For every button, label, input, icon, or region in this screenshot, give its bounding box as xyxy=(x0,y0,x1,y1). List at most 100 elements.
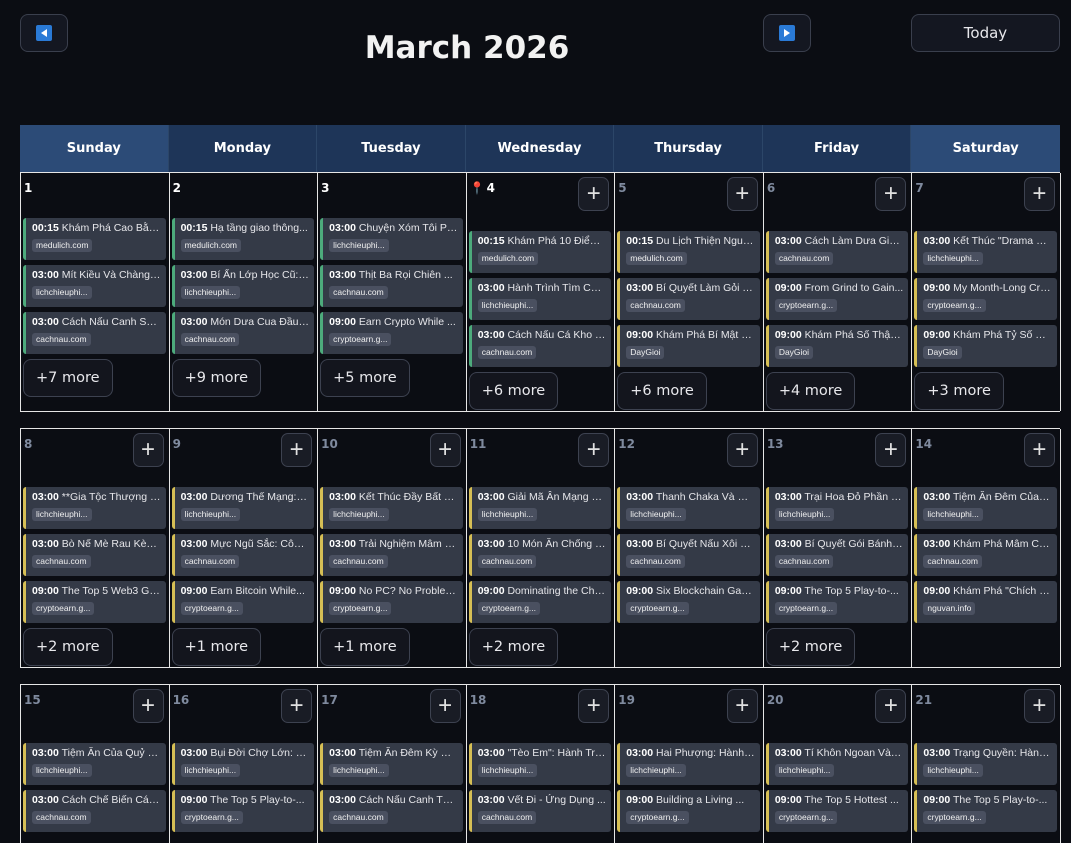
event-item[interactable]: 03:00 Tí Khôn Ngoan Và H... lichchieuphi.… xyxy=(765,743,909,785)
event-item[interactable]: 09:00 Khám Phá Bí Mật Số... DayGioi xyxy=(617,325,760,367)
event-item[interactable]: 00:15 Hạ tầng giao thông... medulich.com xyxy=(171,218,315,260)
event-item[interactable]: 03:00 Giải Mã Ân Mạng Và... lichchieuphi.… xyxy=(468,487,612,529)
more-events-button[interactable]: +4 more xyxy=(765,372,856,410)
event-item[interactable]: 03:00 Cách Chế Biến Cá T... cachnau.com xyxy=(23,790,166,832)
add-event-button[interactable]: + xyxy=(875,689,907,723)
prev-month-button[interactable] xyxy=(20,14,68,52)
event-item[interactable]: 03:00 Bí Quyết Làm Gỏi T... cachnau.com xyxy=(617,278,760,320)
event-item[interactable]: 00:15 Du Lịch Thiện Nguy... medulich.com xyxy=(617,231,760,273)
day-cell[interactable]: 11 +03:00 Giải Mã Ân Mạng Và... lichchieup… xyxy=(467,429,616,667)
event-item[interactable]: 03:00 Dương Thế Mạng: Hà... lichchieuphi.… xyxy=(171,487,315,529)
day-cell[interactable]: 3 03:00 Chuyện Xóm Tôi Phầ... lichchieuphi… xyxy=(318,173,467,411)
add-event-button[interactable]: + xyxy=(726,433,758,467)
day-cell[interactable]: 12 +03:00 Thanh Chaka Và Vụ ... lichchieup… xyxy=(615,429,764,667)
day-cell[interactable]: 10 +03:00 Kết Thúc Đầy Bất N... lichchieup… xyxy=(318,429,467,667)
today-button[interactable]: Today xyxy=(911,14,1060,52)
day-cell[interactable]: 2 00:15 Hạ tầng giao thông... medulich.com… xyxy=(170,173,319,411)
event-item[interactable]: 03:00 Tiệm Ăn Đêm Kỳ Bí:... lichchieuphi.… xyxy=(320,743,463,785)
day-cell[interactable]: 21 +03:00 Trạng Quyền: Hành ... lichchieup… xyxy=(912,685,1061,843)
event-item[interactable]: 09:00 Dominating the Cha... cryptoearn.g.… xyxy=(468,581,612,623)
event-item[interactable]: 03:00 Cách Nấu Canh Tôm ... cachnau.com xyxy=(320,790,463,832)
event-item[interactable]: 03:00 Bí Quyết Nấu Xôi G... cachnau.com xyxy=(617,534,760,576)
add-event-button[interactable]: + xyxy=(132,689,164,723)
event-item[interactable]: 03:00 Kết Thúc "Drama Vợ... lichchieuphi.… xyxy=(914,231,1057,273)
add-event-button[interactable]: + xyxy=(1023,433,1055,467)
event-item[interactable]: 03:00 Cách Làm Dưa Giá H... cachnau.com xyxy=(765,231,909,273)
add-event-button[interactable]: + xyxy=(578,433,610,467)
day-cell[interactable]: 📍4 +00:15 Khám Phá 10 Điểm Đ... medulich.c… xyxy=(467,173,616,411)
event-item[interactable]: 00:15 Khám Phá 10 Điểm Đ... medulich.com xyxy=(468,231,612,273)
add-event-button[interactable]: + xyxy=(726,689,758,723)
event-item[interactable]: 00:15 Khám Phá Cao Bằng:... medulich.com xyxy=(23,218,166,260)
event-item[interactable]: 03:00 Thanh Chaka Và Vụ ... lichchieuphi.… xyxy=(617,487,760,529)
event-item[interactable]: 09:00 The Top 5 Play-to-... cryptoearn.g.… xyxy=(914,790,1057,832)
event-item[interactable]: 03:00 Vết Đi - Ứng Dụng ... cachnau.com xyxy=(468,790,612,832)
event-item[interactable]: 09:00 Khám Phá Tỷ Số Của... DayGioi xyxy=(914,325,1057,367)
day-cell[interactable]: 15 +03:00 Tiệm Ăn Của Quỷ Ph... lichchieup… xyxy=(21,685,170,843)
event-item[interactable]: 09:00 The Top 5 Hottest ... cryptoearn.g.… xyxy=(765,790,909,832)
more-events-button[interactable]: +1 more xyxy=(320,628,410,666)
day-cell[interactable]: 19 +03:00 Hai Phượng: Hành T... lichchieup… xyxy=(615,685,764,843)
day-cell[interactable]: 8 +03:00 **Gia Tộc Thượng L... lichchieuph… xyxy=(21,429,170,667)
event-item[interactable]: 09:00 Earn Crypto While ... cryptoearn.g.… xyxy=(320,312,463,354)
event-item[interactable]: 03:00 Thịt Ba Rọi Chiên ... cachnau.com xyxy=(320,265,463,307)
event-item[interactable]: 03:00 Trạng Quyền: Hành ... lichchieuphi.… xyxy=(914,743,1057,785)
event-item[interactable]: 03:00 Hai Phượng: Hành T... lichchieuphi.… xyxy=(617,743,760,785)
event-item[interactable]: 03:00 Tiệm Ăn Của Quỷ Ph... lichchieuphi.… xyxy=(23,743,166,785)
event-item[interactable]: 03:00 Chuyện Xóm Tôi Phầ... lichchieuphi.… xyxy=(320,218,463,260)
event-item[interactable]: 03:00 Hành Trình Tìm Cha... lichchieuphi.… xyxy=(468,278,612,320)
event-item[interactable]: 09:00 No PC? No Problem!... cryptoearn.g.… xyxy=(320,581,463,623)
add-event-button[interactable]: + xyxy=(429,689,461,723)
event-item[interactable]: 03:00 Mít Kiều Và Chàng ... lichchieuphi.… xyxy=(23,265,166,307)
day-cell[interactable]: 17 +03:00 Tiệm Ăn Đêm Kỳ Bí:... lichchieup… xyxy=(318,685,467,843)
event-item[interactable]: 03:00 Khám Phá Mâm Cỗ Tế... cachnau.com xyxy=(914,534,1057,576)
add-event-button[interactable]: + xyxy=(1023,689,1055,723)
day-cell[interactable]: 6 +03:00 Cách Làm Dưa Giá H... cachnau.com… xyxy=(764,173,913,411)
more-events-button[interactable]: +2 more xyxy=(468,628,559,666)
event-item[interactable]: 09:00 The Top 5 Web3 Gam... cryptoearn.g.… xyxy=(23,581,166,623)
add-event-button[interactable]: + xyxy=(429,433,461,467)
day-cell[interactable]: 7 +03:00 Kết Thúc "Drama Vợ... lichchieuph… xyxy=(912,173,1061,411)
more-events-button[interactable]: +5 more xyxy=(320,359,410,397)
event-item[interactable]: 09:00 Khám Phá "Chích Hộ... nguvan.info xyxy=(914,581,1057,623)
day-cell[interactable]: 1 00:15 Khám Phá Cao Bằng:... medulich.com… xyxy=(21,173,170,411)
add-event-button[interactable]: + xyxy=(875,177,907,211)
add-event-button[interactable]: + xyxy=(726,177,758,211)
event-item[interactable]: 03:00 Cách Nấu Canh Sườn... cachnau.com xyxy=(23,312,166,354)
event-item[interactable]: 03:00 **Gia Tộc Thượng L... lichchieuphi.… xyxy=(23,487,166,529)
add-event-button[interactable]: + xyxy=(281,689,313,723)
event-item[interactable]: 03:00 Cách Nấu Cá Kho Tộ... cachnau.com xyxy=(468,325,612,367)
day-cell[interactable]: 14 +03:00 Tiệm Ăn Đêm Của Qu... lichchieup… xyxy=(912,429,1061,667)
event-item[interactable]: 03:00 Kết Thúc Đầy Bất N... lichchieuphi.… xyxy=(320,487,463,529)
event-item[interactable]: 03:00 10 Món Ăn Chống Ng... cachnau.com xyxy=(468,534,612,576)
day-cell[interactable]: 20 +03:00 Tí Khôn Ngoan Và H... lichchieup… xyxy=(764,685,913,843)
event-item[interactable]: 09:00 Khám Phá Số Thập P... DayGioi xyxy=(765,325,909,367)
event-item[interactable]: 09:00 My Month-Long Cryp... cryptoearn.g.… xyxy=(914,278,1057,320)
event-item[interactable]: 09:00 The Top 5 Play-to-... cryptoearn.g.… xyxy=(765,581,909,623)
event-item[interactable]: 03:00 Bò Nế Mè Rau Kèn C... cachnau.com xyxy=(23,534,166,576)
event-item[interactable]: 03:00 Bụi Đời Chợ Lớn: C... lichchieuphi.… xyxy=(171,743,315,785)
day-cell[interactable]: 18 +03:00 "Tèo Em": Hành Trì... lichchieup… xyxy=(467,685,616,843)
event-item[interactable]: 03:00 Bí Quyết Gói Bánh ... cachnau.com xyxy=(765,534,909,576)
event-item[interactable]: 03:00 Trải Nghiệm Mâm Cỗ... cachnau.com xyxy=(320,534,463,576)
more-events-button[interactable]: +9 more xyxy=(171,359,262,397)
event-item[interactable]: 09:00 Earn Bitcoin While... cryptoearn.g.… xyxy=(171,581,315,623)
more-events-button[interactable]: +2 more xyxy=(765,628,856,666)
more-events-button[interactable]: +6 more xyxy=(468,372,559,410)
next-month-button[interactable] xyxy=(763,14,811,52)
add-event-button[interactable]: + xyxy=(578,689,610,723)
more-events-button[interactable]: +2 more xyxy=(23,628,113,666)
add-event-button[interactable]: + xyxy=(281,433,313,467)
add-event-button[interactable]: + xyxy=(875,433,907,467)
event-item[interactable]: 03:00 Trại Hoa Đỏ Phần 1... lichchieuphi.… xyxy=(765,487,909,529)
add-event-button[interactable]: + xyxy=(132,433,164,467)
event-item[interactable]: 09:00 From Grind to Gain... cryptoearn.g.… xyxy=(765,278,909,320)
day-cell[interactable]: 16 +03:00 Bụi Đời Chợ Lớn: C... lichchieup… xyxy=(170,685,319,843)
more-events-button[interactable]: +7 more xyxy=(23,359,113,397)
add-event-button[interactable]: + xyxy=(578,177,610,211)
event-item[interactable]: 03:00 Món Dưa Cua Đầu Nă... cachnau.com xyxy=(171,312,315,354)
more-events-button[interactable]: +3 more xyxy=(914,372,1004,410)
event-item[interactable]: 03:00 "Tèo Em": Hành Trì... lichchieuphi.… xyxy=(468,743,612,785)
event-item[interactable]: 09:00 Six Blockchain Gam... cryptoearn.g.… xyxy=(617,581,760,623)
day-cell[interactable]: 5 +00:15 Du Lịch Thiện Nguy... medulich.co… xyxy=(615,173,764,411)
